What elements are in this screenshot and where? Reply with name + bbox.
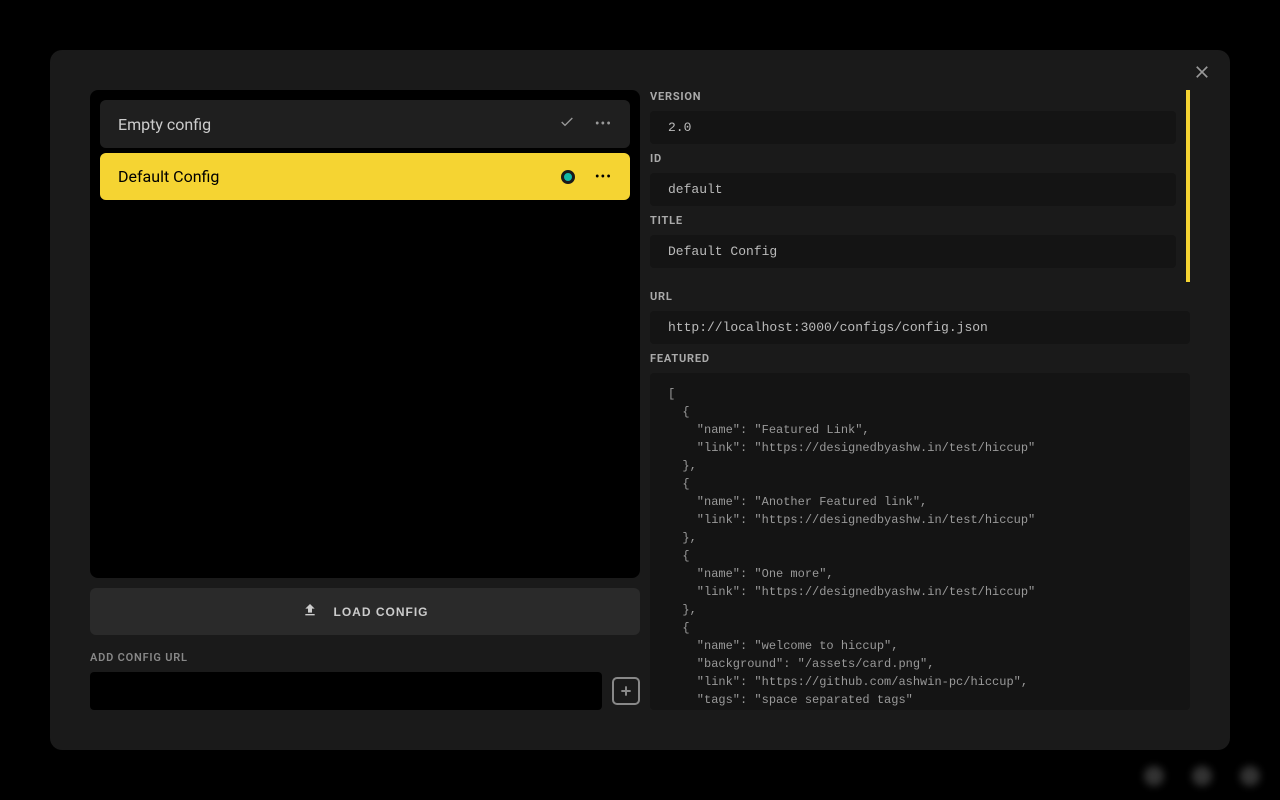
- more-icon[interactable]: •••: [595, 169, 612, 185]
- upload-icon: [302, 602, 318, 621]
- config-item-actions: •••: [559, 114, 612, 134]
- modal-content: Empty config ••• Default Config •••: [90, 90, 1190, 710]
- toolbar-icon-2[interactable]: [1192, 766, 1212, 786]
- right-panel: VERSION 2.0 ID default TITLE Default Con…: [650, 90, 1190, 710]
- config-list: Empty config ••• Default Config •••: [90, 90, 640, 578]
- id-label: ID: [650, 152, 1176, 165]
- config-item-label: Default Config: [118, 167, 561, 186]
- config-item-actions: •••: [561, 169, 612, 185]
- featured-value[interactable]: [ { "name": "Featured Link", "link": "ht…: [650, 373, 1190, 710]
- title-label: TITLE: [650, 214, 1176, 227]
- add-url-section: ADD CONFIG URL: [90, 651, 640, 710]
- toolbar-icon-1[interactable]: [1144, 766, 1164, 786]
- detail-top: VERSION 2.0 ID default TITLE Default Con…: [650, 90, 1190, 282]
- more-icon[interactable]: •••: [595, 116, 612, 132]
- close-icon[interactable]: [1192, 62, 1212, 87]
- config-item-label: Empty config: [118, 115, 559, 134]
- add-url-row: [90, 672, 640, 710]
- config-modal: Empty config ••• Default Config •••: [50, 50, 1230, 750]
- version-value: 2.0: [650, 111, 1176, 144]
- add-url-label: ADD CONFIG URL: [90, 651, 640, 664]
- check-icon[interactable]: [559, 114, 575, 134]
- active-indicator-icon: [561, 170, 575, 184]
- featured-label: FEATURED: [650, 352, 1190, 365]
- bottom-toolbar: [1144, 766, 1260, 786]
- toolbar-icon-3[interactable]: [1240, 766, 1260, 786]
- add-url-button[interactable]: [612, 677, 640, 705]
- load-config-button[interactable]: LOAD CONFIG: [90, 588, 640, 635]
- config-item-default[interactable]: Default Config •••: [100, 153, 630, 200]
- load-config-label: LOAD CONFIG: [334, 605, 429, 619]
- version-label: VERSION: [650, 90, 1176, 103]
- id-value: default: [650, 173, 1176, 206]
- left-panel: Empty config ••• Default Config •••: [90, 90, 640, 710]
- detail-bottom: URL http://localhost:3000/configs/config…: [650, 290, 1190, 710]
- url-value: http://localhost:3000/configs/config.jso…: [650, 311, 1190, 344]
- url-label: URL: [650, 290, 1190, 303]
- config-item-empty[interactable]: Empty config •••: [100, 100, 630, 148]
- add-url-input[interactable]: [90, 672, 602, 710]
- title-value: Default Config: [650, 235, 1176, 268]
